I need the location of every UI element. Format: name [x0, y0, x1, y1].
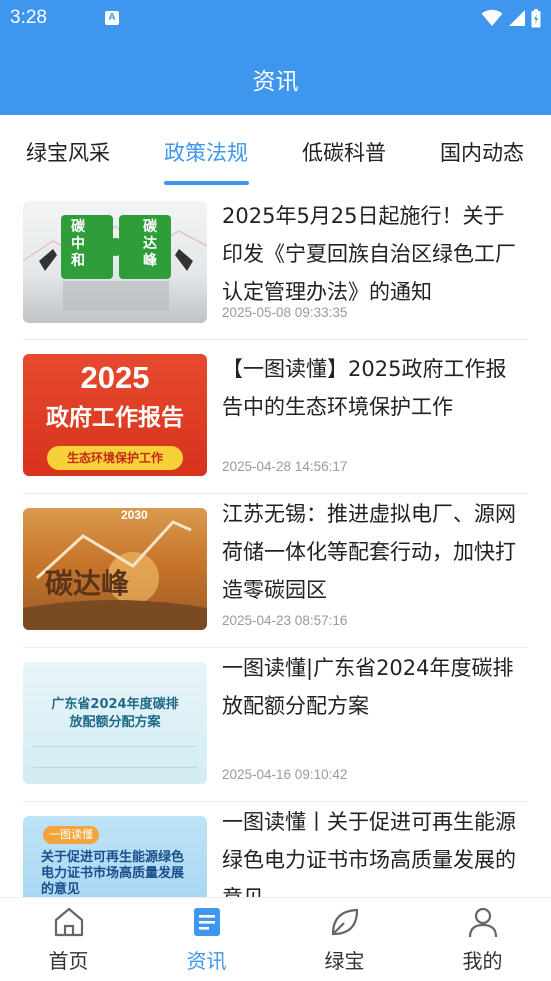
tab-domestic-news[interactable]: 国内动态	[440, 137, 524, 167]
app-header-bar: 3:28 A 资讯	[0, 0, 551, 115]
news-item[interactable]: 一图读懂 关于促进可再生能源绿色电力证书市场高质量发展的意见 一图读懂丨关于促进…	[0, 803, 551, 897]
news-item[interactable]: 2025 政府工作报告 生态环境保护工作 【一图读懂】2025政府工作报告中的生…	[0, 341, 551, 495]
news-date: 2025-04-28 14:56:17	[222, 459, 348, 474]
profile-icon	[468, 907, 497, 938]
news-thumbnail: 碳中和 碳达峰	[23, 201, 207, 323]
category-tabs: 绿宝风采 政策法规 低碳科普 国内动态	[0, 115, 551, 187]
battery-icon	[531, 8, 541, 27]
news-date: 2025-05-08 09:33:35	[222, 305, 348, 320]
page-title: 资讯	[252, 69, 299, 95]
thumb-tag: 一图读懂	[43, 826, 99, 844]
thumb-left-text: 碳中和	[71, 219, 85, 269]
news-title[interactable]: 江苏无锡：推进虚拟电厂、源网荷储一体化等配套行动，加快打造零碳园区	[222, 495, 522, 609]
news-title[interactable]: 2025年5月25日起施行！关于印发《宁夏回族自治区绿色工厂认定管理办法》的通知	[222, 197, 522, 311]
news-title[interactable]: 【一图读懂】2025政府工作报告中的生态环境保护工作	[222, 350, 522, 426]
cellular-signal-icon	[509, 10, 525, 26]
nav-lvbao[interactable]: 绿宝	[276, 898, 413, 981]
status-time: 3:28	[10, 7, 47, 28]
thumb-tag: 生态环境保护工作	[47, 446, 183, 470]
divider	[23, 801, 528, 802]
nav-label: 首页	[48, 949, 89, 973]
news-thumbnail: 2030 碳达峰	[23, 508, 207, 630]
carbon-puzzle-illustration	[23, 215, 207, 311]
thumb-text-lines	[33, 746, 197, 768]
tab-lvbao-fengcai[interactable]: 绿宝风采	[26, 137, 110, 167]
thumb-year: 2030	[121, 508, 148, 522]
notification-app-icon: A	[105, 11, 119, 25]
nav-news[interactable]: 资讯	[138, 898, 275, 981]
news-title[interactable]: 一图读懂|广东省2024年度碳排放配额分配方案	[222, 649, 522, 725]
nav-home[interactable]: 首页	[0, 898, 137, 981]
news-thumbnail: 广东省2024年度碳排放配额分配方案	[23, 662, 207, 784]
nav-label: 资讯	[186, 949, 227, 973]
news-icon	[193, 908, 220, 936]
home-icon	[54, 907, 83, 937]
active-tab-indicator	[164, 181, 249, 185]
bottom-navigation: 首页 资讯 绿宝 我的	[0, 897, 551, 981]
news-item[interactable]: 2030 碳达峰 江苏无锡：推进虚拟电厂、源网荷储一体化等配套行动，加快打造零碳…	[0, 495, 551, 649]
news-list[interactable]: 碳中和 碳达峰 2025年5月25日起施行！关于印发《宁夏回族自治区绿色工厂认定…	[0, 187, 551, 897]
divider	[23, 493, 528, 494]
thumb-headline: 关于促进可再生能源绿色电力证书市场高质量发展的意见	[41, 850, 185, 897]
news-item[interactable]: 碳中和 碳达峰 2025年5月25日起施行！关于印发《宁夏回族自治区绿色工厂认定…	[0, 187, 551, 341]
news-thumbnail: 2025 政府工作报告 生态环境保护工作	[23, 354, 207, 476]
thumb-headline: 广东省2024年度碳排放配额分配方案	[51, 697, 179, 730]
news-title[interactable]: 一图读懂丨关于促进可再生能源绿色电力证书市场高质量发展的意见	[222, 803, 522, 897]
thumb-headline: 碳达峰	[45, 567, 130, 600]
divider	[23, 647, 528, 648]
leaf-icon	[331, 908, 358, 936]
tab-low-carbon-science[interactable]: 低碳科普	[302, 137, 386, 167]
news-thumbnail: 一图读懂 关于促进可再生能源绿色电力证书市场高质量发展的意见	[23, 816, 207, 897]
news-date: 2025-04-23 08:57:16	[222, 613, 348, 628]
thumb-headline: 政府工作报告	[46, 405, 184, 431]
news-date: 2025-04-16 09:10:42	[222, 767, 348, 782]
thumb-right-text: 碳达峰	[143, 219, 157, 269]
tab-policy-regulations[interactable]: 政策法规	[164, 137, 248, 167]
nav-label: 我的	[462, 949, 503, 973]
divider	[23, 339, 528, 340]
wifi-icon	[481, 9, 503, 26]
news-item[interactable]: 广东省2024年度碳排放配额分配方案 一图读懂|广东省2024年度碳排放配额分配…	[0, 649, 551, 803]
status-bar: 3:28 A	[0, 0, 551, 36]
nav-label: 绿宝	[324, 949, 365, 973]
nav-profile[interactable]: 我的	[414, 898, 551, 981]
thumb-year: 2025	[80, 360, 150, 395]
system-icons	[481, 7, 541, 29]
